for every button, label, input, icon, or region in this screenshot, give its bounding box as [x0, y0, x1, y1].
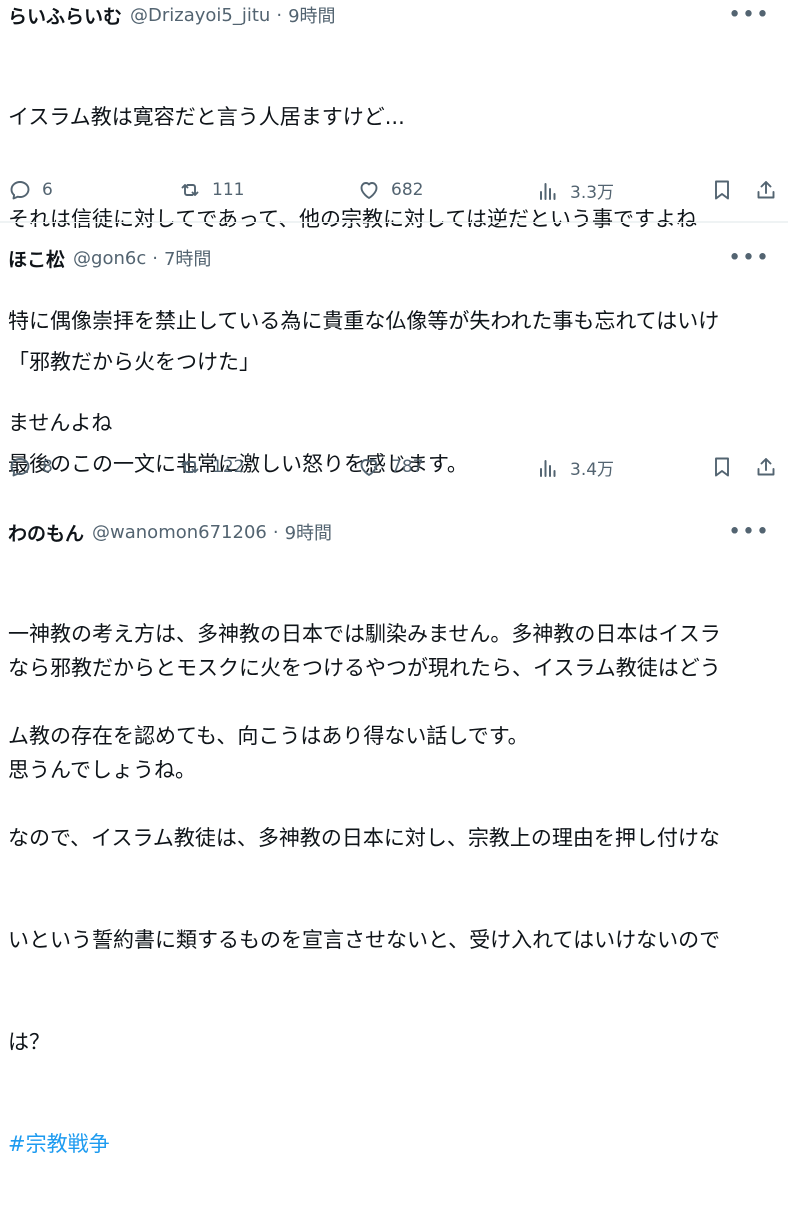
- timestamp[interactable]: 9時間: [288, 2, 335, 28]
- reply-count: 8: [42, 457, 53, 477]
- retweet-button[interactable]: 111: [178, 178, 244, 202]
- analytics-icon: [540, 182, 556, 200]
- hashtag-link[interactable]: #宗教戦争: [8, 1127, 768, 1161]
- view-count: 3.4万: [570, 460, 615, 480]
- views-button[interactable]: 3.3万: [536, 178, 614, 203]
- display-name[interactable]: らいふらいむ: [8, 2, 122, 29]
- more-options-icon[interactable]: •••: [728, 3, 770, 28]
- bookmark-button[interactable]: [710, 178, 734, 202]
- share-button[interactable]: [754, 455, 778, 479]
- tweet-header: ほこ松 @gon6c · 7時間 •••: [8, 243, 780, 273]
- bookmark-icon: [715, 180, 729, 200]
- view-count: 3.3万: [570, 183, 615, 203]
- heart-icon: [360, 459, 378, 476]
- like-count: 787: [391, 457, 424, 477]
- action-bar: 8 122 787 3.4万: [0, 445, 788, 485]
- tweet-line: ム教の存在を認めても、向こうはあり得ない話しです。: [8, 724, 529, 748]
- action-bar: 6 111 682 3.3万: [0, 170, 788, 210]
- tweet-line: 一神教の考え方は、多神教の日本では馴染みません。多神教の日本はイスラ: [8, 622, 721, 646]
- retweet-count: 122: [212, 457, 245, 477]
- tweet-line: は？: [8, 1030, 50, 1054]
- user-handle[interactable]: @wanomon671206: [92, 522, 267, 543]
- tweet[interactable]: らいふらいむ @Drizayoi5_jitu · 9時間 ••• イスラム教は寛…: [0, 0, 788, 435]
- separator-dot: ·: [276, 4, 283, 26]
- user-handle[interactable]: @gon6c: [73, 248, 146, 269]
- more-options-icon[interactable]: •••: [728, 246, 770, 271]
- separator-dot: ·: [152, 247, 158, 269]
- like-button[interactable]: 787: [357, 455, 423, 479]
- bookmark-icon: [715, 457, 729, 477]
- retweet-count: 111: [212, 180, 245, 200]
- retweet-icon: [181, 184, 199, 196]
- tweet-line: いという誓約書に類するものを宣言させないと、受け入れてはいけないので: [8, 928, 721, 952]
- timestamp[interactable]: 7時間: [164, 245, 211, 271]
- like-count: 682: [391, 180, 424, 200]
- separator-dot: ·: [272, 521, 279, 543]
- reply-icon: [10, 458, 30, 477]
- reply-count: 6: [42, 180, 53, 200]
- share-icon: [757, 458, 775, 476]
- tweet-text: 一神教の考え方は、多神教の日本では馴染みません。多神教の日本はイスラ ム教の存在…: [8, 549, 768, 1229]
- tweet[interactable]: わのもん @wanomon671206 · 9時間 ••• 一神教の考え方は、多…: [0, 497, 788, 1157]
- reply-button[interactable]: 8: [8, 455, 53, 479]
- timestamp[interactable]: 9時間: [285, 519, 332, 545]
- analytics-icon: [540, 459, 556, 477]
- reply-icon: [10, 181, 30, 200]
- bookmark-button[interactable]: [710, 455, 734, 479]
- share-button[interactable]: [754, 178, 778, 202]
- heart-icon: [360, 182, 378, 199]
- more-options-icon[interactable]: •••: [728, 520, 770, 545]
- user-handle[interactable]: @Drizayoi5_jitu: [130, 5, 270, 26]
- share-icon: [757, 181, 775, 199]
- retweet-button[interactable]: 122: [178, 455, 244, 479]
- views-button[interactable]: 3.4万: [536, 455, 614, 480]
- tweet-header: らいふらいむ @Drizayoi5_jitu · 9時間 •••: [8, 0, 780, 30]
- tweet[interactable]: ほこ松 @gon6c · 7時間 ••• 「邪教だから火をつけた」 最後のこの一…: [0, 222, 788, 782]
- tweet-header: わのもん @wanomon671206 · 9時間 •••: [8, 517, 780, 547]
- tweet-line: 「邪教だから火をつけた」: [8, 350, 260, 374]
- retweet-icon: [181, 461, 199, 473]
- tweet-line: なので、イスラム教徒は、多神教の日本に対し、宗教上の理由を押し付けな: [8, 826, 720, 850]
- like-button[interactable]: 682: [357, 178, 423, 202]
- display-name[interactable]: ほこ松: [8, 245, 65, 272]
- reply-button[interactable]: 6: [8, 178, 53, 202]
- display-name[interactable]: わのもん: [8, 519, 84, 546]
- tweet-line: イスラム教は寛容だと言う人居ますけど...: [8, 105, 405, 129]
